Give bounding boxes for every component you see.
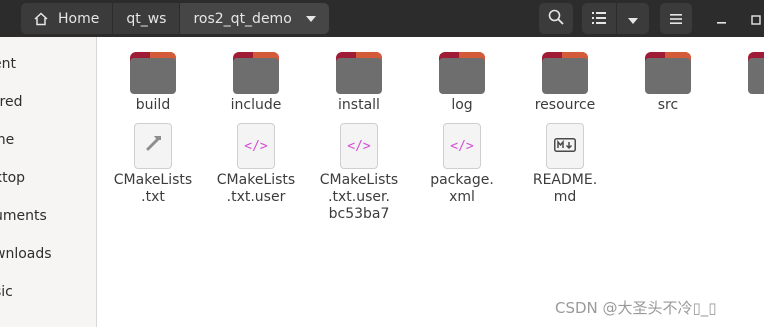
file-label: README. md	[532, 172, 598, 205]
xml-file-icon: </>	[340, 123, 378, 169]
breadcrumb: Home qt_ws ros2_qt_demo	[21, 3, 329, 34]
xml-file-icon: </>	[237, 123, 275, 169]
code-icon: </>	[347, 138, 371, 154]
code-icon: </>	[450, 138, 474, 154]
markdown-file-icon	[546, 123, 584, 169]
search-icon	[548, 9, 564, 29]
watermark: CSDN @大圣头不冷▯_▯	[555, 299, 717, 317]
view-options-button[interactable]	[617, 3, 649, 34]
header-bar: Home qt_ws ros2_qt_demo	[0, 0, 764, 37]
chevron-down-icon	[305, 15, 316, 22]
breadcrumb-qt-ws-label: qt_ws	[126, 10, 167, 27]
folder-label: build	[135, 97, 171, 113]
file-view: build include install log resource src C…	[98, 37, 764, 327]
hammer-icon	[141, 132, 165, 160]
sidebar-item-music[interactable]: sic	[0, 282, 13, 302]
home-icon	[34, 11, 48, 26]
breadcrumb-ros2-qt-demo-label: ros2_qt_demo	[193, 10, 292, 27]
list-view-button[interactable]	[582, 3, 616, 34]
sidebar-item-desktop[interactable]: ktop	[0, 168, 25, 188]
file-label: CMakeLists .txt.user	[216, 172, 296, 205]
folder-icon	[645, 52, 691, 94]
folder-label: install	[338, 97, 380, 113]
sidebar-item-documents[interactable]: uments	[0, 206, 47, 226]
breadcrumb-home[interactable]: Home	[21, 3, 114, 34]
folder-label: resource	[534, 97, 596, 113]
folder-icon	[233, 52, 279, 94]
folder-icon	[542, 52, 588, 94]
code-icon: </>	[244, 138, 268, 154]
chevron-down-icon	[628, 9, 638, 28]
search-button[interactable]	[539, 3, 573, 34]
folder-icon	[130, 52, 176, 94]
folder-icon	[336, 52, 382, 94]
breadcrumb-home-label: Home	[58, 10, 100, 27]
list-view-icon	[592, 9, 606, 28]
breadcrumb-qt-ws[interactable]: qt_ws	[113, 3, 181, 34]
folder-icon	[439, 52, 485, 94]
markdown-icon	[554, 137, 576, 156]
sidebar-item-recent[interactable]: ent	[0, 54, 16, 74]
menu-button[interactable]	[660, 3, 692, 34]
sidebar-item-home[interactable]: me	[0, 130, 14, 150]
file-label: CMakeLists .txt	[113, 172, 193, 205]
maximize-button[interactable]	[748, 12, 764, 26]
file-label: CMakeLists .txt.user. bc53ba7	[319, 172, 399, 222]
minimize-button[interactable]	[712, 12, 732, 26]
sidebar: ent rred me ktop uments wnloads sic	[0, 37, 97, 327]
minimize-icon	[717, 10, 727, 29]
sidebar-item-starred[interactable]: rred	[0, 92, 22, 112]
folder-label: include	[230, 97, 282, 113]
file-label: package. xml	[430, 172, 494, 205]
xml-file-icon: </>	[443, 123, 481, 169]
breadcrumb-ros2-qt-demo[interactable]: ros2_qt_demo	[180, 3, 329, 34]
folder-label: log	[451, 97, 473, 113]
folder-label: src	[657, 97, 679, 113]
hamburger-menu-icon	[670, 9, 682, 28]
maximize-icon	[751, 10, 761, 29]
sidebar-item-downloads[interactable]: wnloads	[0, 244, 52, 264]
folder-icon	[748, 52, 764, 94]
cmake-file-icon	[134, 123, 172, 169]
